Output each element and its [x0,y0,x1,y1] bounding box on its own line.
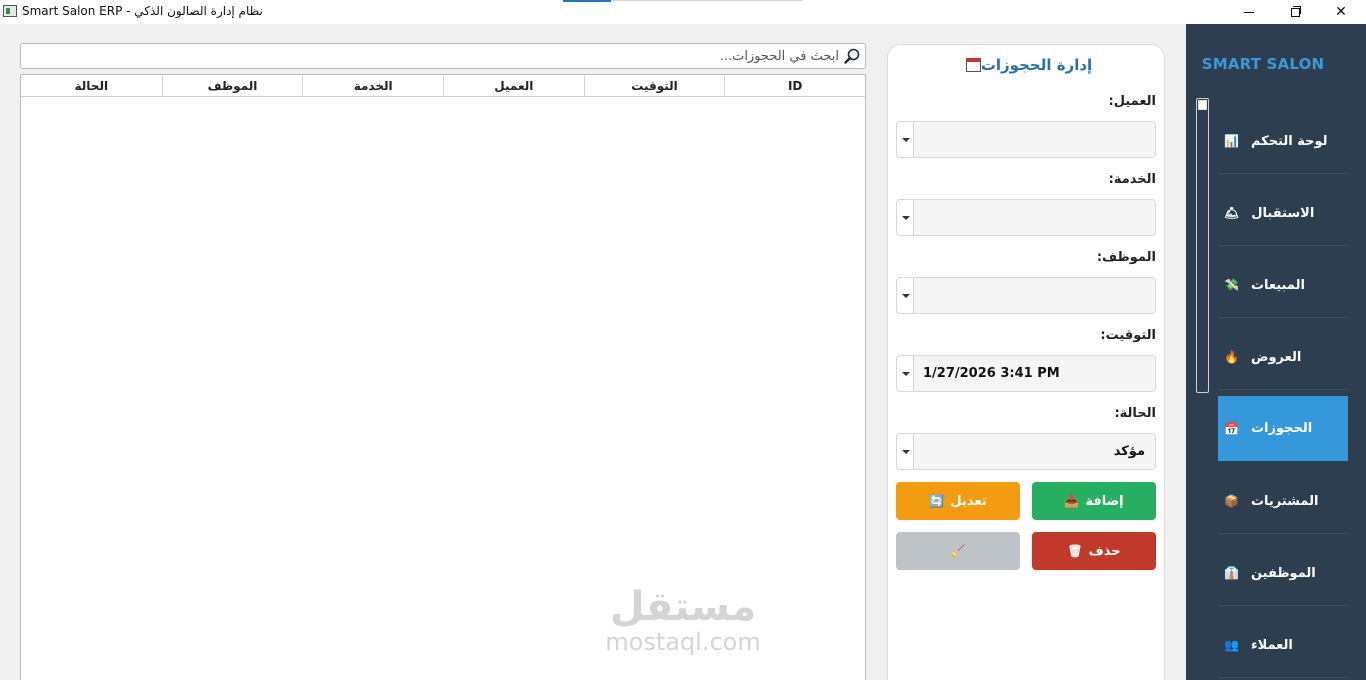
edit-button-label: تعديل [950,493,987,509]
sidebar-item-reception[interactable]: الاستقبال 🛎 [1218,181,1348,246]
delete-button-label: حذف [1088,543,1121,559]
employee-label: الموظف: [1096,250,1156,265]
search-box[interactable] [20,43,866,69]
employee-icon: 👔 [1224,566,1239,580]
sidebar-item-label: العملاء [1250,637,1293,653]
employee-combobox[interactable] [896,277,1156,314]
status-combobox[interactable]: مؤكد [896,433,1156,470]
delete-button[interactable]: حذف 🗑 [1032,532,1156,570]
chevron-down-icon[interactable] [897,200,914,235]
sidebar-item-label: العروض [1250,349,1302,365]
table-header: ID التوقيت العميل الخدمة الموظف الحالة [21,75,865,97]
search-input[interactable] [39,47,839,65]
sidebar-item-employees[interactable]: الموظفين 👔 [1218,541,1348,606]
refresh-icon: 🔄 [929,494,945,508]
chevron-down-icon[interactable] [897,278,914,313]
status-value: مؤكد [1113,444,1145,459]
service-label: الخدمة: [1108,172,1156,187]
sidebar-item-bookings[interactable]: الحجوزات 📅 [1218,396,1348,461]
sidebar-item-label: المبيعات [1250,277,1305,293]
chevron-down-icon[interactable] [897,356,914,391]
datetime-picker[interactable]: 1/27/2026 3:41 PM [896,355,1156,392]
money-icon: 💸 [1224,278,1239,292]
trash-icon: 🗑 [1067,544,1083,558]
fire-icon: 🔥 [1224,350,1239,364]
box-icon: 📦 [1224,494,1239,508]
client-label: العميل: [1108,94,1157,109]
sidebar-item-sales[interactable]: المبيعات 💸 [1218,253,1348,318]
minimize-button[interactable] [1226,0,1272,24]
sidebar-item-clients[interactable]: العملاء 👥 [1218,613,1348,678]
minimize-icon [1244,11,1254,13]
add-button[interactable]: إضافة 📥 [1032,482,1156,520]
sidebar-scrollbar[interactable] [1196,98,1209,393]
sidebar-item-label: المشتريات [1250,493,1319,509]
app-icon [3,5,17,17]
sidebar-item-offers[interactable]: العروض 🔥 [1218,325,1348,390]
calendar-icon [965,58,981,72]
column-header-time[interactable]: التوقيت [583,75,725,96]
users-icon: 👥 [1224,638,1239,652]
datetime-value: 1/27/2026 3:41 PM [923,366,1060,381]
column-header-service[interactable]: الخدمة [302,75,443,96]
column-header-id[interactable]: ID [724,75,865,96]
title-bar: Smart Salon ERP - نظام إدارة الصالون الذ… [0,0,1366,24]
restore-icon [1290,5,1301,17]
sidebar-item-purchases[interactable]: المشتريات 📦 [1218,469,1348,534]
service-combobox[interactable] [896,199,1156,236]
column-header-status[interactable]: الحالة [21,75,162,96]
clear-button[interactable]: 🧹 [896,532,1020,570]
status-label: الحالة: [1114,406,1156,421]
client-combobox[interactable] [896,121,1156,158]
maximize-button[interactable] [1272,0,1318,24]
add-button-label: إضافة [1085,493,1124,509]
edit-button[interactable]: تعديل 🔄 [896,482,1020,520]
broom-icon: 🧹 [950,544,966,558]
window-title: Smart Salon ERP - نظام إدارة الصالون الذ… [22,4,263,18]
title-accent [563,0,611,2]
sidebar-item-label: الاستقبال [1251,205,1315,221]
column-header-client[interactable]: العميل [442,75,584,96]
chevron-down-icon[interactable] [897,434,914,469]
chart-icon: 📊 [1224,134,1239,148]
sidebar-item-label: الموظفين [1250,565,1316,581]
time-label: التوقيت: [1100,328,1156,343]
bell-icon: 🛎 [1224,206,1240,220]
search-icon [844,48,860,64]
scrollbar-thumb[interactable] [1198,100,1207,110]
sidebar-item-dashboard[interactable]: لوحة التحكم 📊 [1218,109,1348,174]
sidebar-item-label: الحجوزات [1250,421,1313,436]
column-header-employee[interactable]: الموظف [161,75,303,96]
form-title-text: إدارة الحجوزات [980,56,1093,74]
chevron-down-icon[interactable] [897,122,914,157]
bookings-table[interactable]: ID التوقيت العميل الخدمة الموظف الحالة [20,74,866,680]
close-button[interactable]: ✕ [1318,0,1364,24]
title-accent-line [611,0,803,1]
calendar-icon: 📅 [1224,421,1239,436]
inbox-icon: 📥 [1064,494,1080,508]
close-icon: ✕ [1335,4,1347,20]
brand-logo: SMART SALON [1201,55,1325,73]
sidebar-item-label: لوحة التحكم [1250,133,1328,149]
form-title: إدارة الحجوزات [887,56,1165,74]
